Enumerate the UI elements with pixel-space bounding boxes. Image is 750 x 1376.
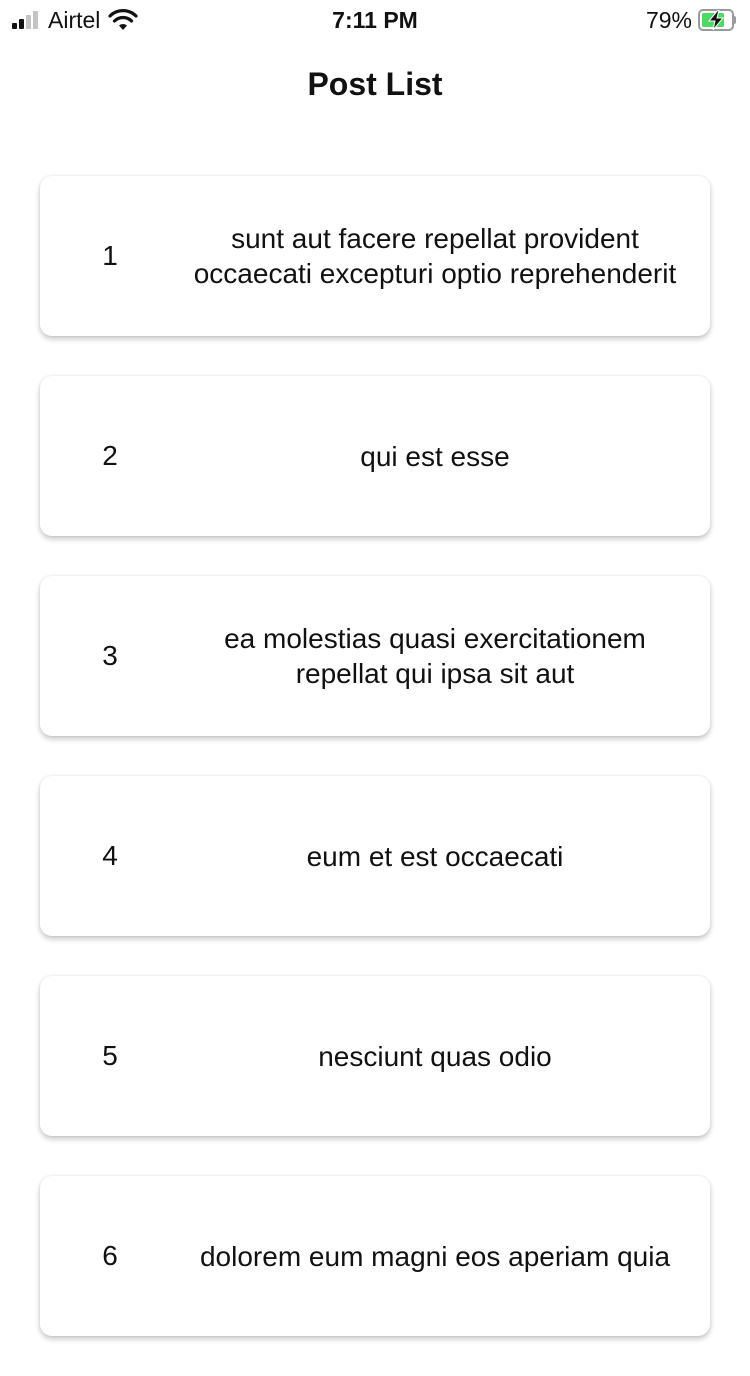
status-bar: Airtel 7:11 PM 79% bbox=[0, 0, 750, 40]
battery-percentage: 79% bbox=[645, 7, 692, 33]
post-title: ea molestias quasi exercitationem repell… bbox=[224, 623, 646, 689]
post-card[interactable]: 4 eum et est occaecati bbox=[40, 776, 710, 936]
post-id: 1 bbox=[102, 240, 118, 271]
post-id: 4 bbox=[102, 840, 118, 871]
post-id: 2 bbox=[102, 440, 118, 471]
post-title: qui est esse bbox=[360, 440, 510, 472]
status-time: 7:11 PM bbox=[332, 7, 418, 33]
post-card[interactable]: 2 qui est esse bbox=[40, 376, 710, 536]
post-card[interactable]: 5 nesciunt quas odio bbox=[40, 976, 710, 1136]
status-right: 79% bbox=[646, 8, 736, 32]
charging-bolt-icon bbox=[707, 10, 725, 30]
post-title: nesciunt quas odio bbox=[318, 1040, 552, 1072]
battery-icon bbox=[698, 9, 736, 31]
page-title: Post List bbox=[307, 66, 443, 102]
post-id: 3 bbox=[102, 640, 118, 671]
post-id: 5 bbox=[102, 1040, 118, 1071]
post-card[interactable]: 3 ea molestias quasi exercitationem repe… bbox=[40, 576, 710, 736]
post-card[interactable]: 1 sunt aut facere repellat provident occ… bbox=[40, 176, 710, 336]
post-title: dolorem eum magni eos aperiam quia bbox=[199, 1240, 671, 1272]
post-id: 6 bbox=[102, 1240, 118, 1271]
battery-tip bbox=[733, 16, 736, 24]
post-list: 1 sunt aut facere repellat provident occ… bbox=[0, 176, 750, 1376]
post-title: sunt aut facere repellat provident occae… bbox=[193, 223, 677, 289]
post-card[interactable]: 6 dolorem eum magni eos aperiam quia bbox=[40, 1176, 710, 1336]
post-title: eum et est occaecati bbox=[306, 840, 564, 872]
